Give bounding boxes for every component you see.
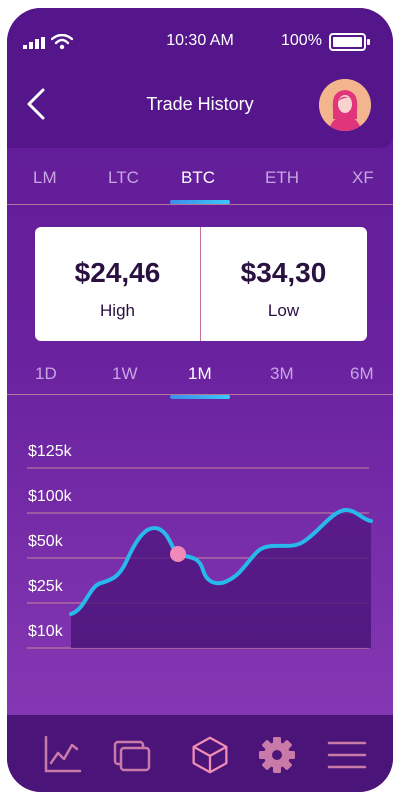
bottom-nav bbox=[7, 715, 393, 792]
tab-btc[interactable]: BTC bbox=[181, 168, 215, 188]
coin-tabs: LM LTC BTC ETH XF bbox=[7, 148, 393, 212]
low-value: $34,30 bbox=[240, 257, 327, 288]
range-3m[interactable]: 3M bbox=[270, 364, 294, 384]
selected-point-marker[interactable] bbox=[170, 546, 186, 562]
range-6m[interactable]: 6M bbox=[350, 364, 374, 384]
range-tab-indicator bbox=[170, 395, 230, 399]
y-axis-label: $100k bbox=[28, 488, 72, 505]
price-chart: $125k $100k $50k $25k $10k bbox=[7, 428, 393, 668]
menu-icon[interactable] bbox=[327, 735, 367, 775]
cube-icon[interactable] bbox=[190, 735, 230, 775]
user-avatar-icon bbox=[319, 79, 371, 131]
range-1m[interactable]: 1M bbox=[188, 364, 212, 384]
phone-screen: 10:30 AM 100% Trade History LM LTC BTC E… bbox=[7, 8, 393, 792]
range-1w[interactable]: 1W bbox=[112, 364, 138, 384]
avatar[interactable] bbox=[319, 79, 371, 131]
y-axis-label: $50k bbox=[28, 533, 63, 550]
tab-lm[interactable]: LM bbox=[33, 168, 57, 188]
range-1d[interactable]: 1D bbox=[35, 364, 57, 384]
price-stats-card: $24,46 High $34,30 Low bbox=[35, 227, 367, 341]
price-chart-svg bbox=[27, 467, 373, 649]
y-axis-label: $25k bbox=[28, 578, 63, 595]
price-area bbox=[71, 509, 371, 648]
y-axis-label: $125k bbox=[28, 443, 72, 460]
low-label: Low bbox=[267, 301, 300, 320]
chart-icon[interactable] bbox=[42, 735, 82, 775]
tab-eth[interactable]: ETH bbox=[265, 168, 299, 188]
cards-icon[interactable] bbox=[112, 735, 152, 775]
status-bar: 10:30 AM 100% bbox=[7, 32, 393, 52]
high-label: High bbox=[100, 301, 135, 320]
battery-icon bbox=[329, 33, 370, 51]
divider bbox=[7, 204, 393, 205]
tab-xf[interactable]: XF bbox=[352, 168, 374, 188]
gear-icon[interactable] bbox=[257, 735, 297, 775]
y-axis-label: $10k bbox=[28, 623, 63, 640]
high-value: $24,46 bbox=[74, 257, 161, 288]
tab-ltc[interactable]: LTC bbox=[108, 168, 139, 188]
header: 10:30 AM 100% Trade History bbox=[7, 8, 393, 148]
battery-percentage: 100% bbox=[281, 32, 322, 49]
divider bbox=[7, 394, 393, 395]
